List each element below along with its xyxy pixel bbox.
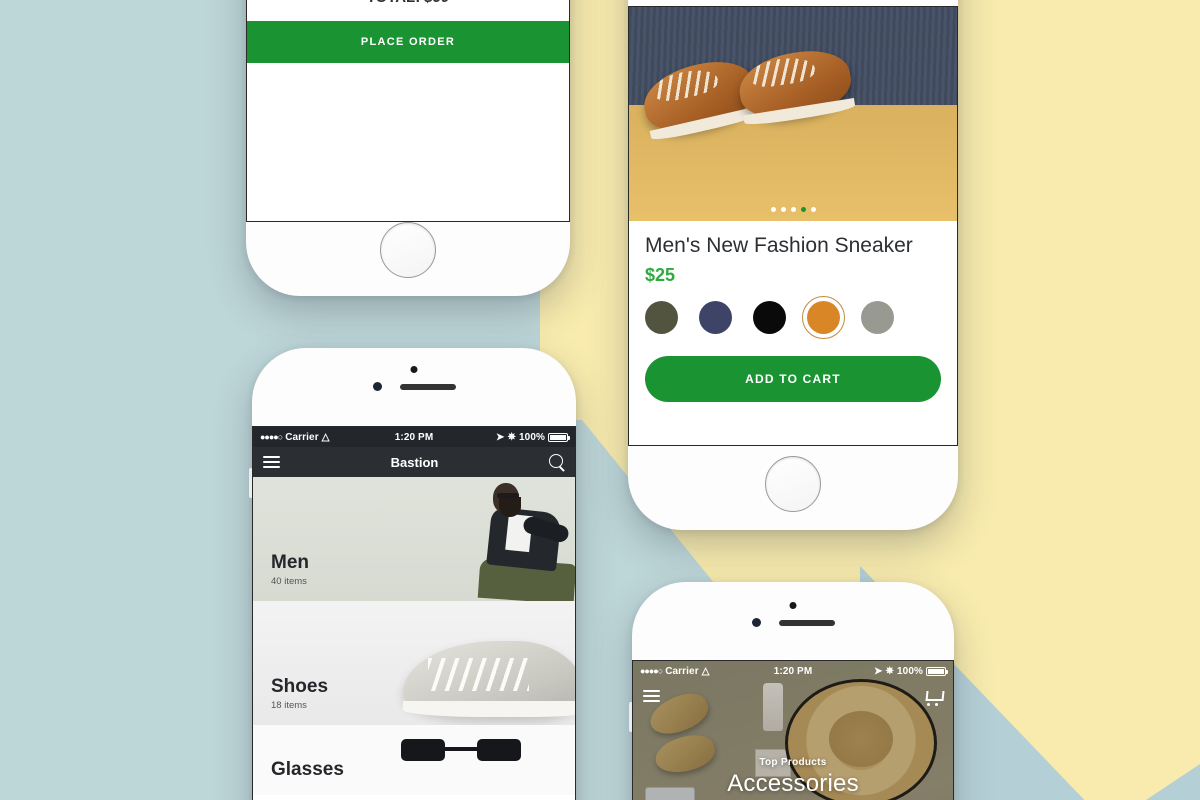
location-arrow-icon: ➤	[874, 665, 883, 677]
earpiece-speaker	[778, 619, 835, 626]
background-canvas	[0, 0, 1200, 800]
top-products-screen: ●●●●○ Carrier △ 1:20 PM ➤ ✵ 100% Top Pro…	[632, 660, 954, 800]
category-item-count: 40 items	[271, 576, 307, 587]
category-name: Shoes	[271, 676, 329, 697]
battery-icon	[548, 432, 570, 442]
phone-checkout-mockup: - 1 + SHIPPING $15 PAYMENT METHOD Master…	[246, 0, 570, 296]
hamburger-icon[interactable]	[643, 690, 660, 702]
color-swatch-black[interactable]	[753, 300, 786, 334]
status-bar-left: ●●●●○ Carrier △	[640, 666, 774, 677]
carousel-pagination-dots[interactable]	[629, 207, 957, 212]
status-bar-right: ➤ ✵ 100%	[812, 665, 948, 677]
color-swatch-list[interactable]	[645, 295, 941, 339]
app-title: Bastion	[390, 454, 439, 470]
cart-icon[interactable]	[926, 689, 943, 706]
proximity-sensor-icon	[789, 602, 797, 609]
carrier-label: Carrier	[665, 665, 699, 677]
category-card-men[interactable]: Men 40 items	[253, 477, 575, 601]
carousel-dot[interactable]	[810, 207, 816, 212]
signal-strength-icon: ●●●●○	[640, 666, 663, 676]
carousel-dot-active[interactable]	[800, 207, 806, 212]
product-info: Men's New Fashion Sneaker $25 ADD TO CAR…	[629, 221, 957, 402]
color-swatch-orange-selected[interactable]	[802, 295, 845, 339]
add-to-cart-button[interactable]: ADD TO CART	[645, 355, 941, 402]
home-button[interactable]	[765, 456, 821, 512]
category-photo-sneaker	[403, 641, 575, 717]
product-title: Men's New Fashion Sneaker	[645, 234, 913, 257]
phone-top-products-mockup: ●●●●○ Carrier △ 1:20 PM ➤ ✵ 100% Top Pro…	[629, 582, 954, 800]
clock-label: 1:20 PM	[394, 431, 434, 443]
hero-banner: ●●●●○ Carrier △ 1:20 PM ➤ ✵ 100% Top Pro…	[633, 661, 953, 800]
front-camera-icon	[751, 618, 761, 627]
wifi-icon: △	[321, 431, 330, 443]
carousel-dot[interactable]	[780, 207, 786, 212]
hero-caption: Top Products Accessories SHOP NOW	[633, 757, 953, 800]
status-bar: ●●●●○ Carrier △ 1:20 PM ➤ ✵ 100%	[253, 427, 575, 447]
product-price: $25	[645, 264, 676, 285]
categories-screen: ●●●●○ Carrier △ 1:20 PM ➤ ✵ 100% Bastion	[252, 426, 576, 800]
wifi-icon: △	[701, 665, 710, 677]
battery-percent-label: 100%	[897, 665, 923, 677]
bluetooth-icon: ✵	[507, 431, 517, 443]
category-item-count: 18 items	[271, 700, 307, 711]
category-name: Men	[271, 552, 309, 573]
category-text: Men 40 items	[271, 552, 309, 587]
status-bar: ●●●●○ Carrier △ 1:20 PM ➤ ✵ 100%	[633, 661, 953, 681]
category-card-glasses[interactable]: Glasses	[253, 725, 575, 795]
carousel-dot[interactable]	[790, 207, 796, 212]
total-amount: $90	[424, 0, 449, 6]
phone-earpiece-assembly	[632, 618, 954, 627]
status-bar-left: ●●●●○ Carrier △	[260, 432, 395, 443]
color-swatch-navy[interactable]	[699, 300, 732, 334]
app-navigation-bar	[633, 681, 953, 711]
carrier-label: Carrier	[285, 431, 319, 443]
order-total: TOTAL: $90	[247, 0, 569, 21]
home-button[interactable]	[380, 222, 436, 278]
place-order-button[interactable]: PLACE ORDER	[247, 21, 569, 63]
battery-percent-label: 100%	[519, 431, 545, 443]
location-arrow-icon: ➤	[496, 431, 505, 443]
category-photo-model	[431, 477, 575, 601]
hero-kicker: Top Products	[759, 757, 827, 768]
phone-earpiece-assembly	[252, 382, 576, 391]
phone-product-mockup: Men's New Fashion Sneaker $25 ADD TO CAR…	[628, 0, 958, 530]
app-navigation-bar: Bastion	[253, 447, 575, 477]
category-text: Glasses	[271, 759, 344, 781]
color-swatch-olive[interactable]	[645, 300, 678, 334]
hamburger-icon[interactable]	[263, 456, 280, 468]
proximity-sensor-icon	[410, 366, 418, 373]
clock-label: 1:20 PM	[773, 665, 813, 677]
battery-icon	[926, 666, 948, 676]
total-label: TOTAL:	[367, 0, 421, 6]
category-card-shoes[interactable]: Shoes 18 items	[253, 601, 575, 725]
product-image-carousel[interactable]	[629, 7, 957, 221]
phone-categories-mockup: ●●●●○ Carrier △ 1:20 PM ➤ ✵ 100% Bastion	[249, 348, 576, 800]
hero-heading: Accessories	[727, 770, 859, 797]
carousel-dot[interactable]	[770, 207, 776, 212]
color-swatch-gray[interactable]	[861, 300, 894, 334]
category-photo-glasses	[401, 739, 521, 765]
category-text: Shoes 18 items	[271, 676, 328, 711]
search-icon[interactable]	[549, 454, 565, 470]
category-name: Glasses	[271, 759, 344, 780]
earpiece-speaker	[399, 383, 456, 390]
front-camera-icon	[372, 382, 382, 391]
signal-strength-icon: ●●●●○	[260, 432, 283, 442]
status-bar-right: ➤ ✵ 100%	[433, 431, 570, 443]
product-detail-screen: Men's New Fashion Sneaker $25 ADD TO CAR…	[628, 6, 958, 446]
bluetooth-icon: ✵	[885, 665, 895, 677]
checkout-screen: - 1 + SHIPPING $15 PAYMENT METHOD Master…	[246, 0, 570, 222]
